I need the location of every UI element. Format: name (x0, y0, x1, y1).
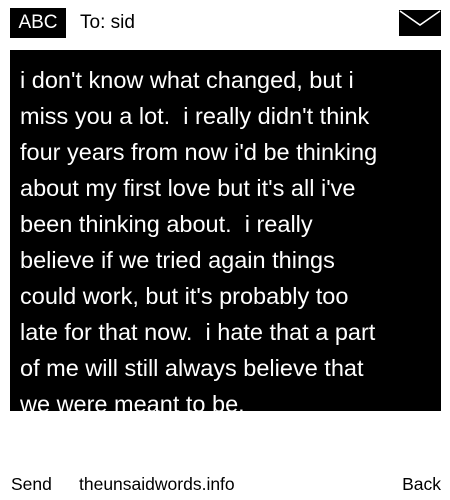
message-line: late for that now. i hate that a part (20, 319, 376, 345)
message-line: we were meant to be. (20, 391, 245, 417)
back-button[interactable]: Back (402, 470, 441, 498)
recipient-name: sid (110, 12, 135, 33)
message-line: about my first love but it's all i've (20, 175, 356, 201)
message-body[interactable]: i don't know what changed, but i miss yo… (10, 50, 441, 417)
message-text: i don't know what changed, but i miss yo… (20, 62, 431, 422)
envelope-icon (399, 10, 441, 36)
message-line: four years from now i'd be thinking (20, 139, 378, 165)
compose-header: ABC To: sid (0, 0, 450, 46)
message-line: i don't know what changed, but i (20, 67, 354, 93)
message-line: miss you a lot. i really didn't think (20, 103, 370, 129)
message-line: could work, but it's probably too (20, 283, 349, 309)
input-mode-badge[interactable]: ABC (10, 8, 66, 38)
recipient-field[interactable]: To: sid (80, 8, 135, 38)
softkey-bar: Send theunsaidwords.info Back (0, 470, 450, 498)
recipient-prefix: To: (80, 12, 106, 33)
message-line: believe if we tried again things (20, 247, 335, 273)
send-button[interactable]: Send (11, 470, 52, 498)
site-link[interactable]: theunsaidwords.info (79, 470, 235, 498)
message-line: been thinking about. i really (20, 211, 313, 237)
message-line: of me will still always believe that (20, 355, 364, 381)
